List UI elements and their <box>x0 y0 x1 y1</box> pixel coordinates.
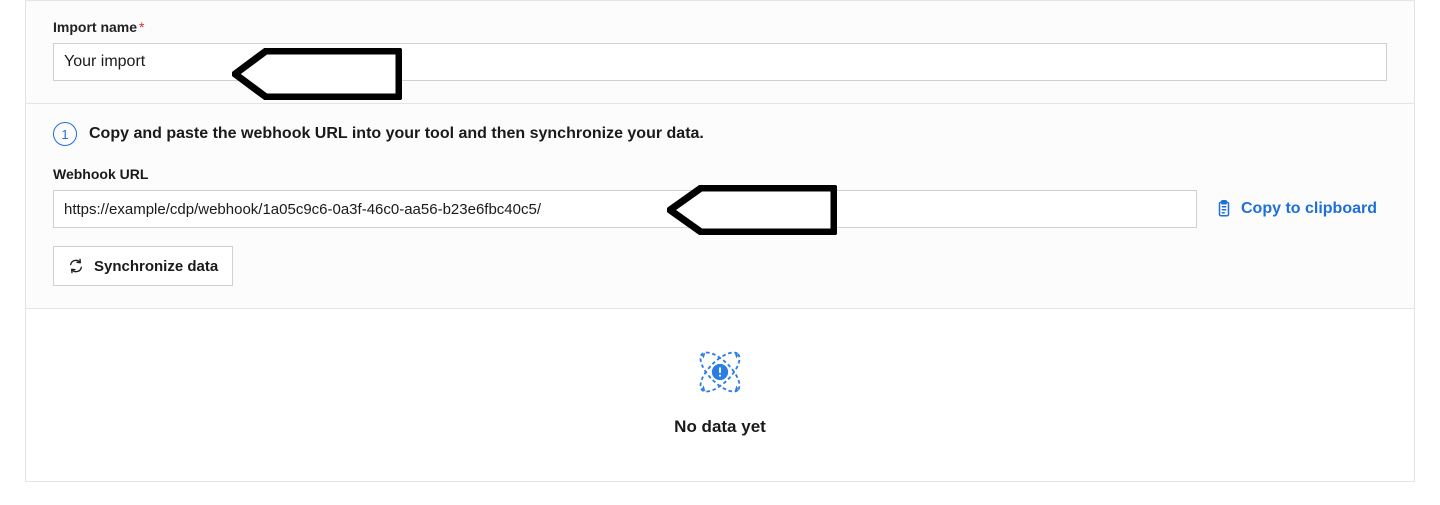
webhook-url-input[interactable] <box>53 190 1197 228</box>
synchronize-data-button[interactable]: Synchronize data <box>53 246 233 286</box>
clipboard-icon <box>1215 200 1233 218</box>
import-name-label-text: Import name <box>53 19 137 35</box>
empty-state-section: No data yet <box>26 309 1414 481</box>
step-number-badge: 1 <box>53 122 77 146</box>
step-header: 1 Copy and paste the webhook URL into yo… <box>53 122 1387 146</box>
atom-icon <box>691 343 749 401</box>
sync-icon <box>68 258 84 274</box>
import-name-label: Import name* <box>53 19 1387 35</box>
webhook-url-row: Copy to clipboard <box>53 190 1387 228</box>
step-instruction: Copy and paste the webhook URL into your… <box>89 125 704 143</box>
step-number: 1 <box>61 127 68 142</box>
copy-to-clipboard-label: Copy to clipboard <box>1241 200 1377 218</box>
required-asterisk: * <box>139 19 144 35</box>
import-name-input[interactable] <box>53 43 1387 81</box>
copy-to-clipboard-button[interactable]: Copy to clipboard <box>1215 200 1387 218</box>
synchronize-data-label: Synchronize data <box>94 258 218 275</box>
import-form-panel: Import name* 1 Copy and paste the webhoo… <box>25 0 1415 482</box>
webhook-url-label: Webhook URL <box>53 166 1387 182</box>
webhook-section: 1 Copy and paste the webhook URL into yo… <box>26 104 1414 309</box>
empty-state-text: No data yet <box>26 417 1414 437</box>
import-name-section: Import name* <box>26 1 1414 104</box>
